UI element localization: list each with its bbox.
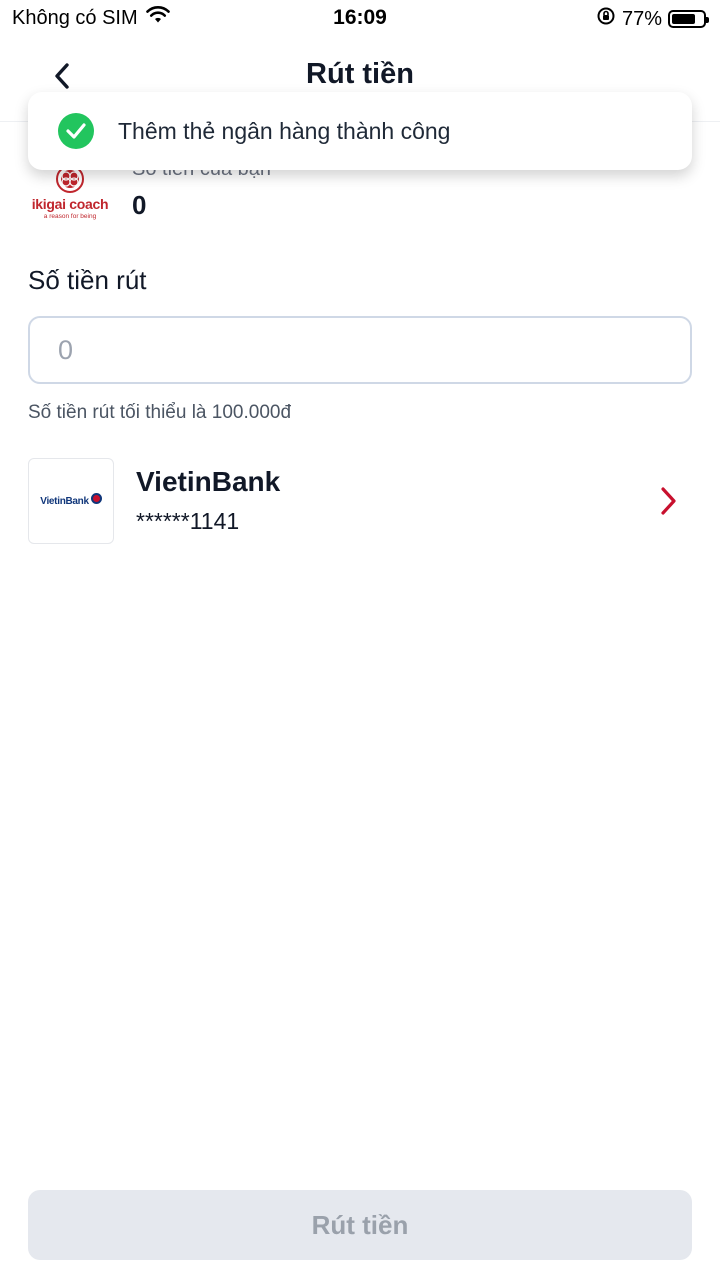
withdraw-screen: Không có SIM 16:09 77% Rút tiền Thêm thẻ… bbox=[0, 0, 720, 1280]
ikigai-coach-logo: ikigai coach a reason for being bbox=[28, 164, 112, 220]
toast-message: Thêm thẻ ngân hàng thành công bbox=[118, 117, 451, 144]
bank-account-row[interactable]: VietinBank VietinBank ******1141 bbox=[28, 458, 692, 544]
withdraw-button[interactable]: Rút tiền bbox=[28, 1190, 692, 1260]
logo-tagline: a reason for being bbox=[43, 213, 97, 220]
battery-icon bbox=[668, 10, 709, 28]
battery-percent: 77% bbox=[621, 7, 662, 30]
logo-wordmark: ikigai coach bbox=[31, 196, 109, 212]
bank-name: VietinBank bbox=[136, 466, 281, 497]
minimum-amount-hint: Số tiền rút tối thiểu là 100.000đ bbox=[28, 402, 292, 423]
success-toast: Thêm thẻ ngân hàng thành công bbox=[28, 92, 692, 170]
amount-input[interactable] bbox=[28, 316, 692, 384]
bank-account-number: ******1141 bbox=[136, 508, 240, 534]
status-bar: Không có SIM 16:09 77% bbox=[0, 0, 720, 36]
status-right: 77% bbox=[596, 6, 709, 32]
bank-logo: VietinBank bbox=[28, 458, 114, 544]
bank-logo-text: VietinBank bbox=[40, 495, 89, 507]
vietinbank-mark-icon bbox=[90, 492, 102, 504]
chevron-right-icon bbox=[661, 487, 676, 515]
orientation-lock-icon bbox=[596, 6, 616, 32]
check-circle-icon bbox=[58, 113, 94, 149]
balance-value: 0 bbox=[132, 190, 147, 220]
page-title: Rút tiền bbox=[306, 58, 414, 90]
amount-label: Số tiền rút bbox=[28, 265, 147, 295]
